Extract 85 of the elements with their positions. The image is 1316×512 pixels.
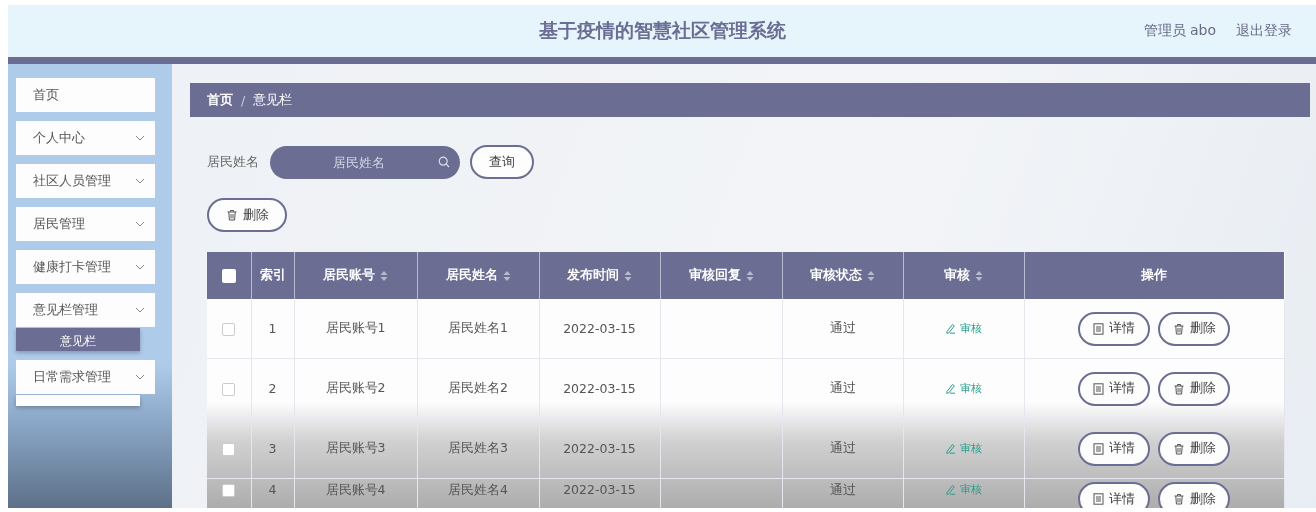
table-cell: 2 — [268, 381, 277, 396]
submenu-item[interactable]: 意见栏 — [16, 328, 140, 351]
chevron-down-icon — [135, 178, 145, 184]
chevron-down-icon — [135, 264, 145, 270]
table-cell: 通过 — [829, 482, 856, 497]
detail-button[interactable]: 详情 — [1078, 482, 1150, 508]
search-icon — [438, 155, 450, 168]
column-header[interactable]: 审核 — [944, 267, 970, 284]
delete-button[interactable]: 删除 — [1158, 371, 1230, 406]
table-cell: 居民姓名1 — [448, 320, 508, 335]
select-all-checkbox[interactable] — [221, 269, 236, 284]
table-cell: 通过 — [829, 320, 856, 335]
table-cell: 2022-03-15 — [563, 482, 636, 497]
detail-button[interactable]: 详情 — [1078, 431, 1150, 466]
trash-icon — [1172, 322, 1185, 335]
search-button[interactable]: 查询 — [470, 145, 534, 179]
chevron-down-icon — [135, 135, 145, 141]
document-icon — [1093, 322, 1104, 335]
breadcrumb-link[interactable]: 首页 — [207, 91, 233, 109]
delete-button[interactable]: 删除 — [1158, 431, 1230, 466]
trash-icon — [225, 209, 238, 221]
document-icon — [1093, 493, 1104, 505]
menu-item[interactable]: 意见栏管理 — [16, 293, 155, 327]
pen-icon — [945, 484, 956, 495]
row-checkbox[interactable] — [222, 383, 236, 396]
sort-icon — [624, 269, 632, 282]
menu-item[interactable]: 个人中心 — [16, 121, 155, 155]
sort-icon — [745, 269, 754, 282]
delete-button[interactable]: 删除 — [1158, 482, 1230, 508]
table-cell: 居民姓名3 — [448, 440, 508, 455]
column-header: 索引 — [259, 267, 286, 284]
search-field[interactable]: 居民姓名 — [270, 145, 460, 179]
menu-item[interactable]: 社区人员管理 — [16, 164, 155, 198]
document-icon — [1093, 382, 1104, 395]
trash-icon — [1172, 382, 1185, 395]
table-cell: 通过 — [829, 380, 856, 395]
pen-icon — [945, 442, 956, 454]
system-title: 基于疫情的智慧社区管理系统 — [538, 19, 786, 41]
delete-button[interactable]: 删除 — [1158, 311, 1230, 346]
table-cell: 通过 — [829, 440, 856, 455]
chevron-down-icon — [135, 221, 145, 227]
table-cell: 2022-03-15 — [563, 321, 636, 336]
user-name: 管理员 abo — [1143, 22, 1216, 40]
detail-button[interactable]: 详情 — [1078, 311, 1150, 346]
menu-item[interactable]: 健康打卡管理 — [16, 250, 155, 284]
trash-icon — [1172, 442, 1185, 455]
menu-item[interactable]: 日常需求管理 — [16, 360, 155, 394]
column-header: 操作 — [1141, 267, 1168, 284]
breadcrumb-separator: / — [241, 92, 246, 108]
table-cell: 居民账号1 — [325, 320, 386, 335]
table-cell: 3 — [268, 441, 277, 456]
table-cell: 居民账号2 — [325, 380, 386, 395]
sort-icon — [380, 269, 388, 282]
column-header[interactable]: 审核回复 — [688, 267, 741, 284]
chevron-down-icon — [135, 307, 145, 313]
logout-link[interactable]: 退出登录 — [1236, 22, 1292, 40]
table-cell: 2022-03-15 — [563, 381, 636, 396]
row-checkbox[interactable] — [222, 323, 236, 336]
detail-button[interactable]: 详情 — [1078, 371, 1150, 406]
row-checkbox[interactable] — [222, 443, 236, 456]
sort-icon — [867, 269, 875, 282]
table-cell: 2022-03-15 — [563, 441, 636, 456]
sort-icon — [975, 269, 983, 282]
field-label: 居民姓名 — [207, 153, 259, 171]
column-header[interactable]: 居民姓名 — [445, 267, 498, 284]
chevron-down-icon — [135, 374, 145, 380]
table-cell: 居民账号3 — [325, 440, 386, 455]
sort-icon — [502, 269, 511, 282]
column-header[interactable]: 居民账号 — [323, 267, 375, 284]
pen-icon — [945, 322, 956, 334]
table-cell: 居民账号4 — [325, 482, 386, 497]
pen-icon — [945, 382, 956, 394]
breadcrumb-current: 意见栏 — [253, 91, 293, 109]
delete-button[interactable]: 删除 — [207, 198, 287, 232]
table-cell: 1 — [268, 321, 277, 336]
table-cell: 居民姓名2 — [448, 380, 508, 395]
document-icon — [1093, 442, 1104, 455]
column-header[interactable]: 审核状态 — [810, 267, 862, 284]
trash-icon — [1172, 493, 1185, 505]
row-checkbox[interactable] — [222, 484, 236, 497]
menu-item[interactable]: 首页 — [16, 78, 155, 112]
menu-item[interactable]: 居民管理 — [16, 207, 155, 241]
table-cell: 居民姓名4 — [448, 482, 508, 497]
table-cell: 4 — [268, 482, 277, 497]
column-header[interactable]: 发布时间 — [567, 267, 619, 284]
